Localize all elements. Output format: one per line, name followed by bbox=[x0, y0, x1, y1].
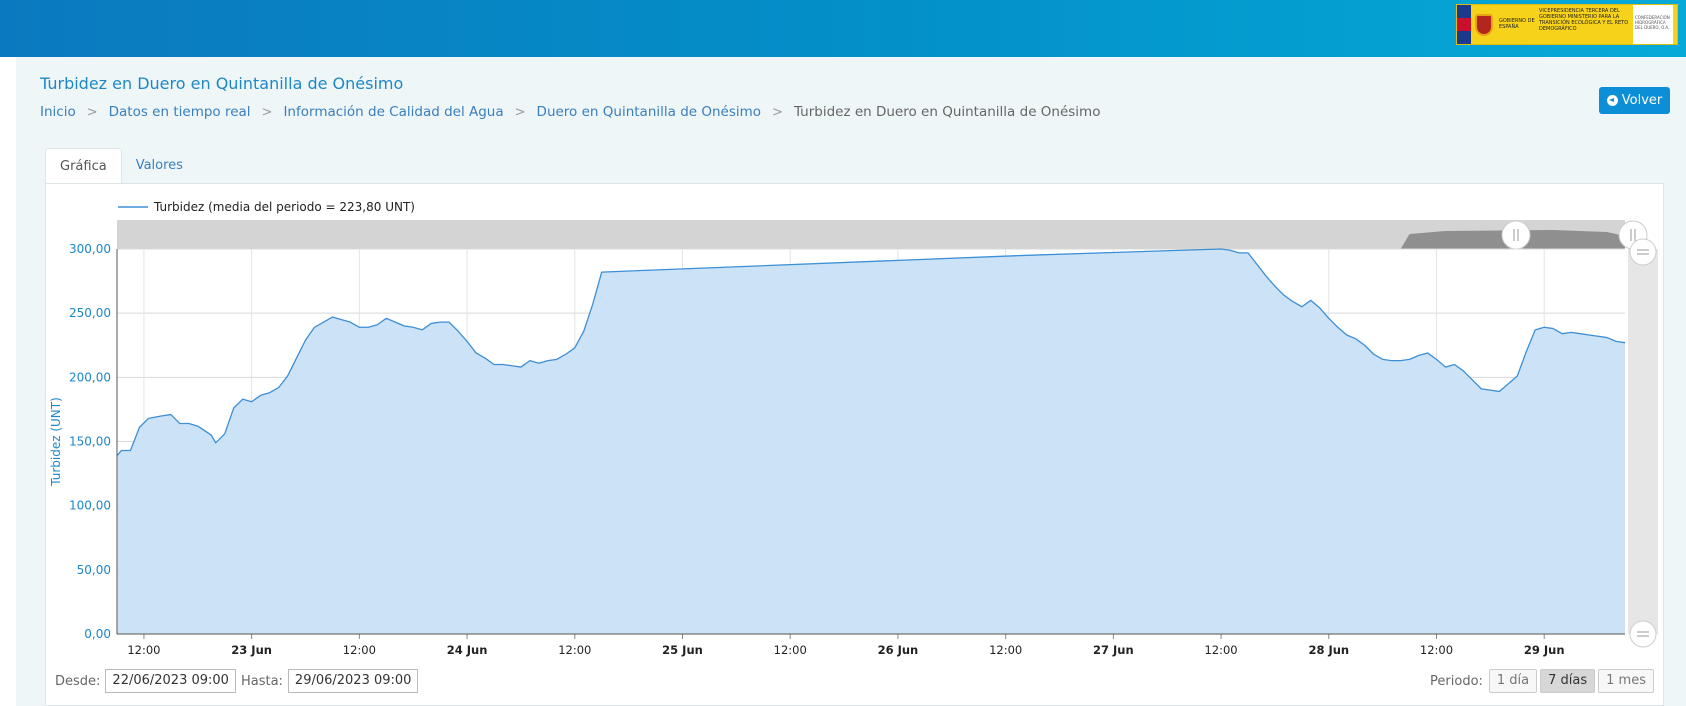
breadcrumb-calidad-agua[interactable]: Información de Calidad del Agua bbox=[283, 104, 503, 120]
scrollbar-handle-bottom bbox=[1629, 620, 1657, 648]
logo-ministry-text: VICEPRESIDENCIA TERCERA DEL GOBIERNO MIN… bbox=[1539, 8, 1629, 32]
x-tick-label: 12:00 bbox=[1204, 643, 1237, 657]
turbidity-chart: Turbidez (media del periodo = 223,80 UNT… bbox=[49, 200, 1658, 657]
y-tick-label: 250,00 bbox=[69, 306, 111, 320]
chevron-right-icon: > bbox=[86, 104, 98, 120]
spain-flag-icon bbox=[1457, 5, 1471, 44]
chevron-right-icon: > bbox=[772, 104, 783, 120]
to-label: Hasta: bbox=[240, 673, 283, 689]
navigator-background bbox=[117, 220, 1625, 249]
vertical-scrollbar bbox=[1628, 249, 1658, 634]
legend-label: Turbidez (media del periodo = 223,80 UNT… bbox=[153, 200, 415, 214]
period-selector: Periodo: 1 día 7 días 1 mes bbox=[1430, 669, 1654, 693]
chart-panel: Turbidez (media del periodo = 223,80 UNT… bbox=[45, 183, 1664, 706]
x-tick-label: 12:00 bbox=[127, 643, 160, 657]
scrollbar-handle-top bbox=[1629, 238, 1657, 266]
tab-grafica[interactable]: Gráfica bbox=[45, 148, 122, 184]
x-tick-label: 12:00 bbox=[343, 643, 376, 657]
to-date-input[interactable]: 29/06/2023 09:00 bbox=[287, 669, 419, 693]
y-tick-label: 100,00 bbox=[69, 499, 111, 513]
x-tick-label: 27 Jun bbox=[1093, 643, 1134, 657]
from-date-input[interactable]: 22/06/2023 09:00 bbox=[105, 669, 236, 693]
breadcrumb-inicio[interactable]: Inicio bbox=[40, 104, 76, 120]
tab-bar: Gráfica Valores bbox=[45, 148, 197, 184]
breadcrumb-estacion[interactable]: Duero en Quintanilla de Onésimo bbox=[537, 104, 762, 120]
x-tick-label: 23 Jun bbox=[231, 643, 272, 657]
y-tick-label: 300,00 bbox=[69, 242, 111, 256]
x-tick-label: 12:00 bbox=[558, 643, 591, 657]
breadcrumb: Inicio > Datos en tiempo real > Informac… bbox=[40, 104, 1100, 120]
top-header-bar: GOBIERNO DE ESPAÑA VICEPRESIDENCIA TERCE… bbox=[0, 0, 1686, 57]
y-tick-label: 50,00 bbox=[77, 563, 111, 577]
x-tick-label: 12:00 bbox=[1420, 643, 1453, 657]
y-tick-label: 150,00 bbox=[69, 435, 111, 449]
x-tick-label: 25 Jun bbox=[662, 643, 703, 657]
x-tick-label: 29 Jun bbox=[1524, 643, 1565, 657]
y-axis-title: Turbidez (UNT) bbox=[49, 397, 63, 487]
chevron-right-icon: > bbox=[261, 104, 273, 120]
period-label: Periodo: bbox=[1430, 673, 1483, 689]
x-tick-label: 28 Jun bbox=[1308, 643, 1349, 657]
period-1-mes-button[interactable]: 1 mes bbox=[1598, 669, 1654, 693]
x-tick-label: 24 Jun bbox=[447, 643, 488, 657]
coat-of-arms-icon bbox=[1471, 5, 1497, 44]
breadcrumb-tiempo-real[interactable]: Datos en tiempo real bbox=[109, 104, 251, 120]
x-tick-label: 26 Jun bbox=[878, 643, 919, 657]
tab-valores[interactable]: Valores bbox=[122, 148, 197, 184]
back-button-label: Volver bbox=[1621, 93, 1663, 108]
chevron-right-icon: > bbox=[514, 104, 526, 120]
left-margin bbox=[0, 57, 16, 706]
period-7-dias-button[interactable]: 7 días bbox=[1540, 669, 1596, 693]
back-button[interactable]: Volver bbox=[1599, 87, 1670, 114]
breadcrumb-current: Turbidez en Duero en Quintanilla de Onés… bbox=[793, 104, 1101, 120]
logo-agency-text: CONFEDERACIÓN HIDROGRÁFICA DEL DUERO, O.… bbox=[1633, 5, 1673, 44]
from-label: Desde: bbox=[55, 673, 101, 689]
navigator-handle-left bbox=[1501, 220, 1531, 250]
logo-gov-text: GOBIERNO DE ESPAÑA bbox=[1499, 18, 1535, 30]
back-arrow-icon bbox=[1606, 95, 1618, 106]
x-tick-label: 12:00 bbox=[989, 643, 1022, 657]
turbidity-area bbox=[117, 249, 1625, 634]
date-range: Desde: 22/06/2023 09:00 Hasta: 29/06/202… bbox=[55, 669, 423, 693]
government-logo[interactable]: GOBIERNO DE ESPAÑA VICEPRESIDENCIA TERCE… bbox=[1456, 4, 1678, 45]
y-tick-label: 0,00 bbox=[84, 627, 111, 641]
period-1-dia-button[interactable]: 1 día bbox=[1488, 669, 1538, 693]
x-tick-label: 12:00 bbox=[774, 643, 807, 657]
page-title: Turbidez en Duero en Quintanilla de Onés… bbox=[40, 74, 404, 93]
y-tick-label: 200,00 bbox=[69, 370, 111, 384]
